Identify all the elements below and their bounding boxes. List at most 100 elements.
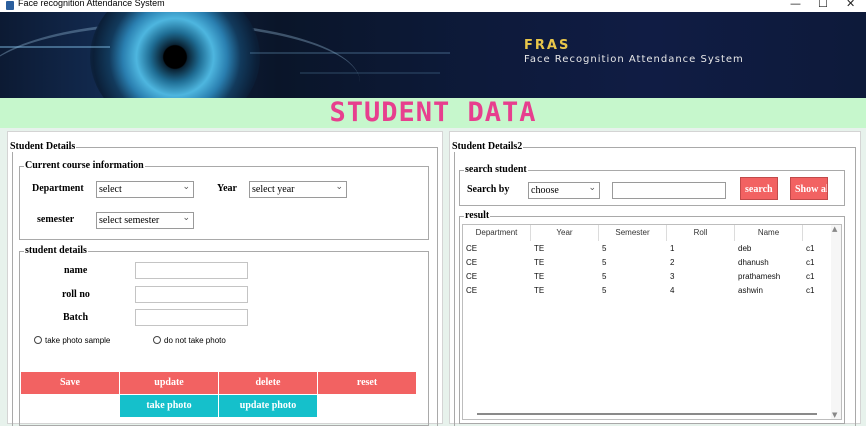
- student-details2-frame: Student Details2 search student Search b…: [451, 141, 856, 426]
- page-title: STUDENT DATA: [0, 98, 866, 128]
- column-header[interactable]: Roll: [667, 225, 735, 241]
- name-input[interactable]: [135, 262, 248, 279]
- reset-button[interactable]: reset: [318, 372, 416, 394]
- table-row[interactable]: CE TE 5 2 dhanush c1: [463, 256, 841, 270]
- cell-name: ashwin: [738, 286, 763, 295]
- column-header[interactable]: Semester: [599, 225, 667, 241]
- column-header[interactable]: Year: [531, 225, 599, 241]
- cell-name: prathamesh: [738, 272, 781, 281]
- close-button[interactable]: ✕: [846, 0, 855, 10]
- cell-extra: c1: [806, 286, 815, 295]
- semester-select-value: select semester: [99, 215, 160, 226]
- eye-image: [90, 12, 260, 98]
- student-details2-legend: Student Details2: [451, 141, 524, 152]
- horizontal-scrollbar[interactable]: [477, 413, 817, 415]
- search-by-label: Search by: [467, 184, 510, 195]
- student-details-panel: Student Details Current course informati…: [7, 131, 443, 426]
- minimize-button[interactable]: —: [790, 0, 801, 10]
- take-photo-radio-label: take photo sample: [45, 336, 111, 345]
- vertical-scrollbar[interactable]: ▲ ▼: [831, 225, 841, 419]
- cell-semester: 5: [602, 272, 607, 281]
- cell-extra: c1: [806, 258, 815, 267]
- cell-department: CE: [466, 258, 478, 267]
- student-info-legend: student details: [24, 245, 88, 256]
- table-row[interactable]: CE TE 5 4 ashwin c1: [463, 284, 841, 298]
- cell-extra: c1: [806, 272, 815, 281]
- search-input[interactable]: [612, 182, 726, 199]
- table-header: Department Year Semester Roll Name: [463, 225, 841, 241]
- cell-department: CE: [466, 244, 478, 253]
- cell-name: deb: [738, 244, 752, 253]
- banner-streak: [300, 72, 440, 74]
- cell-roll: 4: [670, 286, 675, 295]
- table-row[interactable]: CE TE 5 3 prathamesh c1: [463, 270, 841, 284]
- roll-no-label: roll no: [62, 289, 90, 300]
- student-details-legend: Student Details: [9, 141, 77, 152]
- scroll-up-icon[interactable]: ▲: [832, 225, 837, 233]
- window-title: Face recognition Attendance System: [18, 0, 165, 8]
- course-info-frame: Current course information Department se…: [19, 160, 429, 240]
- banner-acronym: FRAS: [524, 38, 571, 53]
- cell-semester: 5: [602, 258, 607, 267]
- cell-department: CE: [466, 286, 478, 295]
- cell-year: TE: [534, 258, 545, 267]
- column-header[interactable]: Department: [463, 225, 531, 241]
- window-title-bar: Face recognition Attendance System — ☐ ✕: [0, 0, 866, 12]
- cell-roll: 1: [670, 244, 675, 253]
- roll-no-input[interactable]: [135, 286, 248, 303]
- take-photo-radio[interactable]: take photo sample: [34, 336, 110, 345]
- cell-name: dhanush: [738, 258, 769, 267]
- result-table[interactable]: Department Year Semester Roll Name CE TE…: [462, 224, 842, 420]
- update-button[interactable]: update: [120, 372, 218, 394]
- chevron-down-icon: ⌄: [182, 213, 190, 223]
- year-label: Year: [217, 183, 237, 194]
- year-select[interactable]: select year ⌄: [249, 181, 347, 198]
- cell-roll: 3: [670, 272, 675, 281]
- cell-semester: 5: [602, 286, 607, 295]
- no-photo-radio-label: do not take photo: [164, 336, 226, 345]
- search-by-select[interactable]: choose ⌄: [528, 182, 600, 199]
- table-row[interactable]: CE TE 5 1 deb c1: [463, 242, 841, 256]
- name-label: name: [64, 265, 88, 276]
- radio-circle-icon: [153, 336, 161, 344]
- cell-year: TE: [534, 244, 545, 253]
- cell-year: TE: [534, 272, 545, 281]
- radio-circle-icon: [34, 336, 42, 344]
- banner-streak: [250, 52, 450, 54]
- search-student-frame: search student Search by choose ⌄ search…: [459, 164, 845, 206]
- show-all-button[interactable]: Show al: [790, 177, 828, 200]
- result-legend: result: [464, 210, 491, 221]
- department-select[interactable]: select ⌄: [96, 181, 194, 198]
- header-banner: FRAS Face Recognition Attendance System: [0, 12, 866, 98]
- course-info-legend: Current course information: [24, 160, 145, 171]
- column-header-extra[interactable]: [803, 225, 833, 241]
- column-header[interactable]: Name: [735, 225, 803, 241]
- batch-label: Batch: [63, 312, 88, 323]
- banner-subtitle: Face Recognition Attendance System: [524, 54, 744, 65]
- chevron-down-icon: ⌄: [335, 182, 343, 192]
- semester-select[interactable]: select semester ⌄: [96, 212, 194, 229]
- main-area: Student Details Current course informati…: [0, 128, 866, 426]
- search-button[interactable]: search: [740, 177, 778, 200]
- no-photo-radio[interactable]: do not take photo: [153, 336, 226, 345]
- semester-label: semester: [37, 214, 75, 225]
- chevron-down-icon: ⌄: [588, 183, 596, 193]
- cell-year: TE: [534, 286, 545, 295]
- chevron-down-icon: ⌄: [182, 182, 190, 192]
- delete-button[interactable]: delete: [219, 372, 317, 394]
- take-photo-button[interactable]: take photo: [120, 395, 218, 417]
- scroll-down-icon[interactable]: ▼: [832, 411, 837, 419]
- save-button[interactable]: Save: [21, 372, 119, 394]
- cell-department: CE: [466, 272, 478, 281]
- department-label: Department: [32, 183, 84, 194]
- student-details2-panel: Student Details2 search student Search b…: [449, 131, 861, 426]
- search-student-legend: search student: [464, 164, 528, 175]
- batch-input[interactable]: [135, 309, 248, 326]
- year-select-value: select year: [252, 184, 295, 195]
- update-photo-button[interactable]: update photo: [219, 395, 317, 417]
- cell-roll: 2: [670, 258, 675, 267]
- department-select-value: select: [99, 184, 122, 195]
- maximize-button[interactable]: ☐: [818, 0, 828, 10]
- search-by-select-value: choose: [531, 185, 559, 196]
- cell-semester: 5: [602, 244, 607, 253]
